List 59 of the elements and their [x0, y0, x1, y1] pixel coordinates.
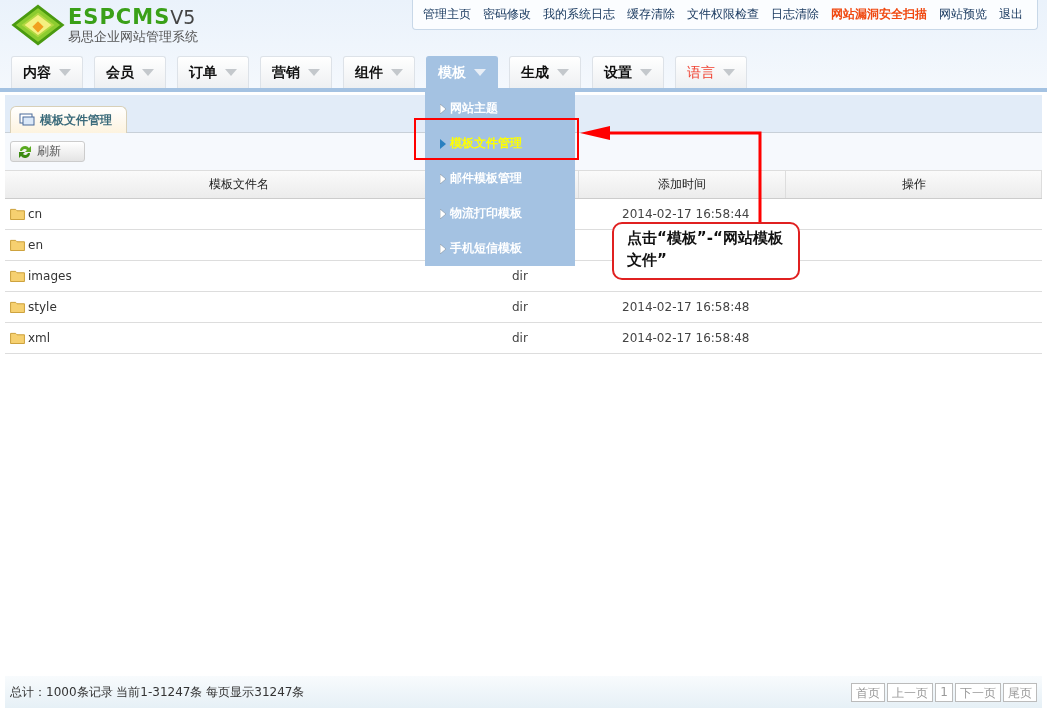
nav-tab[interactable]: 订单	[177, 56, 249, 88]
caret-icon	[308, 69, 320, 76]
caret-icon	[640, 69, 652, 76]
header-link[interactable]: 网站漏洞安全扫描	[825, 6, 933, 23]
triangle-icon	[440, 138, 446, 149]
monitor-icon	[19, 113, 35, 127]
file-name[interactable]: en	[28, 238, 43, 252]
logo-brand: ESPCMS	[68, 5, 171, 29]
record-summary: 总计：1000条记录 当前1-31247条 每页显示31247条	[10, 683, 305, 701]
triangle-icon	[440, 103, 446, 114]
triangle-icon	[440, 243, 446, 254]
table-cell: dir	[512, 300, 528, 314]
header-link[interactable]: 日志清除	[765, 6, 825, 23]
nav-tab[interactable]: 会员	[94, 56, 166, 88]
table-cell: 2014-02-17 16:58:48	[622, 300, 750, 314]
file-name[interactable]: xml	[28, 331, 51, 345]
folder-icon	[10, 208, 25, 220]
file-name[interactable]: images	[28, 269, 72, 283]
header-link[interactable]: 退出	[993, 6, 1029, 23]
file-name[interactable]: style	[28, 300, 57, 314]
caret-icon	[557, 69, 569, 76]
triangle-icon	[440, 173, 446, 184]
nav-tab[interactable]: 设置	[592, 56, 664, 88]
table-cell: 2014-02-17 16:58:48	[622, 331, 750, 345]
header-link[interactable]: 密码修改	[477, 6, 537, 23]
refresh-button[interactable]: 刷新	[10, 141, 85, 162]
caret-icon	[474, 69, 486, 76]
folder-icon	[10, 332, 25, 344]
folder-icon	[10, 270, 25, 282]
header-link[interactable]: 缓存清除	[621, 6, 681, 23]
table-cell: 2014-02-17 16:58:44	[622, 207, 750, 221]
nav-tab[interactable]: 语言	[675, 56, 747, 88]
header-link[interactable]: 管理主页	[417, 6, 477, 23]
refresh-icon	[17, 143, 33, 160]
header-link[interactable]: 文件权限检查	[681, 6, 765, 23]
header-link[interactable]: 我的系统日志	[537, 6, 621, 23]
caret-icon	[391, 69, 403, 76]
logo-subtitle: 易思企业网站管理系统	[68, 29, 198, 45]
table-cell: dir	[512, 269, 528, 283]
nav-tab[interactable]: 组件	[343, 56, 415, 88]
logo-version: V5	[170, 5, 196, 29]
nav-tab[interactable]: 营销	[260, 56, 332, 88]
nav-tab[interactable]: 生成	[509, 56, 581, 88]
folder-icon	[10, 239, 25, 251]
header-link[interactable]: 网站预览	[933, 6, 993, 23]
caret-icon	[225, 69, 237, 76]
column-header: 操作	[786, 171, 1042, 198]
column-header: 添加时间	[579, 171, 786, 198]
callout-note: 点击“模板”-“网站模板文件”	[612, 222, 800, 280]
nav-tab[interactable]: 内容	[11, 56, 83, 88]
folder-icon	[10, 301, 25, 313]
table-cell: dir	[512, 331, 528, 345]
caret-icon	[723, 69, 735, 76]
page-tab[interactable]: 模板文件管理	[10, 106, 127, 133]
logo-icon	[10, 4, 66, 46]
caret-icon	[59, 69, 71, 76]
caret-icon	[142, 69, 154, 76]
file-name[interactable]: cn	[28, 207, 43, 221]
triangle-icon	[440, 208, 446, 219]
